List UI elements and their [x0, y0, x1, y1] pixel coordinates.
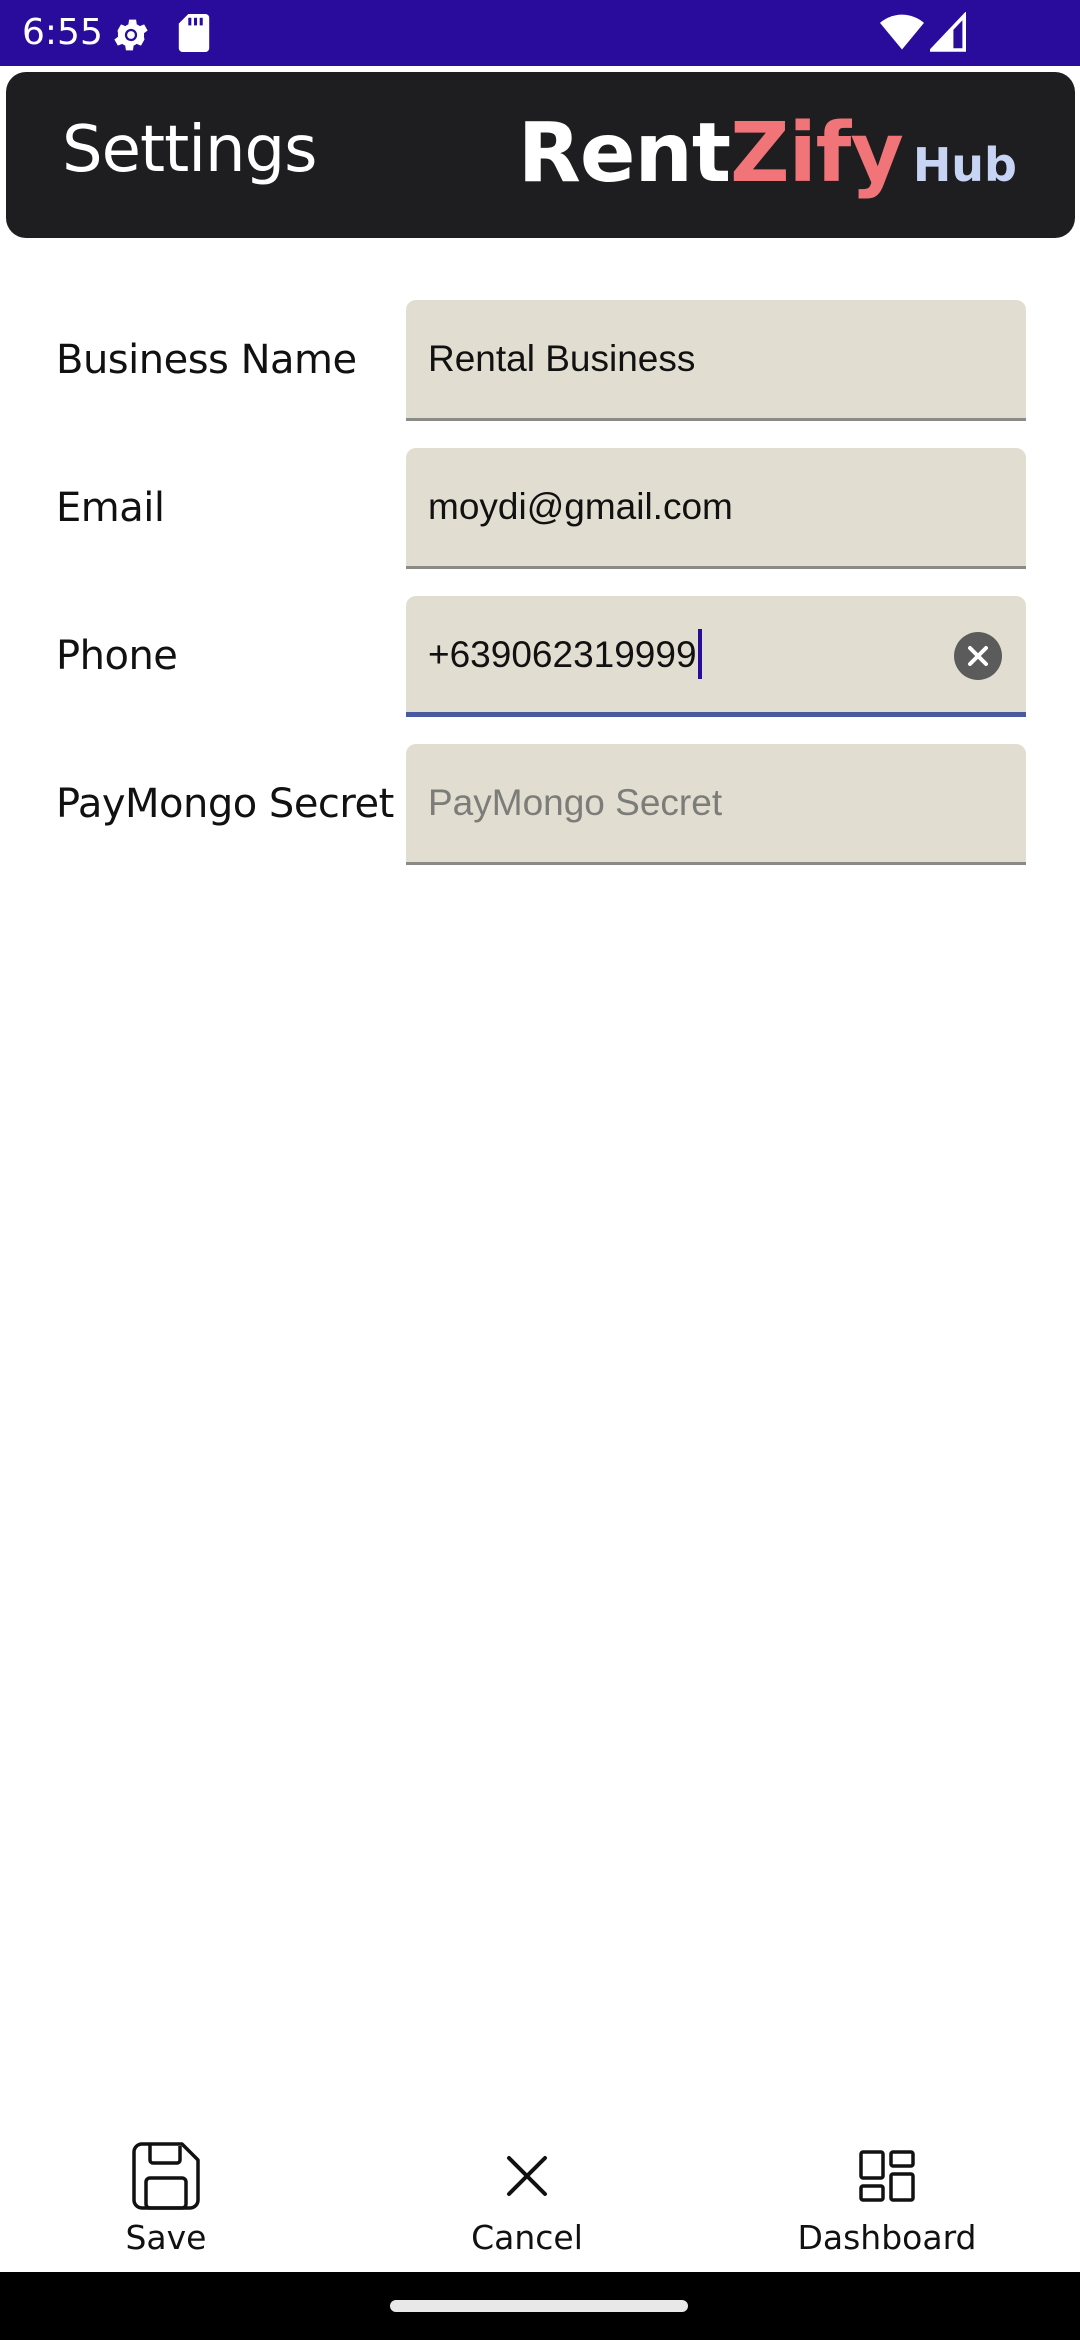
signal-icon	[930, 12, 966, 52]
app-logo: RentZify Hub	[518, 104, 1017, 204]
email-row: Email moydi@gmail.com	[0, 448, 1080, 569]
business-name-input[interactable]: Rental Business	[428, 300, 695, 418]
phone-input-text: +639062319999	[428, 634, 697, 675]
page-title: Settings	[62, 113, 317, 187]
cancel-label: Cancel	[471, 2218, 583, 2257]
dashboard-icon	[859, 2150, 915, 2202]
home-gesture-handle[interactable]	[390, 2300, 688, 2312]
business-name-field-box[interactable]: Rental Business	[406, 300, 1026, 421]
wifi-icon	[880, 14, 924, 50]
app-header: Settings RentZify Hub	[6, 72, 1075, 238]
clear-icon	[968, 646, 988, 666]
logo-part-hub: Hub	[912, 138, 1017, 192]
save-icon	[132, 2142, 200, 2210]
paymongo-secret-input[interactable]	[428, 744, 988, 862]
business-name-label: Business Name	[56, 337, 357, 383]
dashboard-button[interactable]: Dashboard	[757, 2130, 1017, 2270]
save-label: Save	[125, 2218, 207, 2257]
email-field-box[interactable]: moydi@gmail.com	[406, 448, 1026, 569]
paymongo-secret-label: PayMongo Secret	[56, 781, 394, 827]
dashboard-label: Dashboard	[797, 2218, 977, 2257]
bottom-toolbar: Save Cancel Dashboard	[0, 2130, 1080, 2270]
email-input[interactable]: moydi@gmail.com	[428, 448, 733, 566]
system-nav-bar	[0, 2272, 1080, 2340]
save-button[interactable]: Save	[36, 2130, 296, 2270]
close-icon	[507, 2156, 547, 2196]
email-label: Email	[56, 485, 165, 531]
logo-part-rent: Rent	[517, 106, 731, 201]
logo-part-zify: Zify	[730, 106, 904, 201]
clear-phone-button[interactable]	[954, 632, 1002, 680]
gear-icon	[114, 19, 148, 51]
phone-label: Phone	[56, 633, 178, 679]
status-bar: 6:55	[0, 0, 1080, 66]
paymongo-secret-row: PayMongo Secret	[0, 744, 1080, 865]
phone-row: Phone +639062319999	[0, 596, 1080, 717]
business-name-row: Business Name Rental Business	[0, 300, 1080, 421]
sd-card-icon	[178, 14, 210, 52]
phone-input[interactable]: +639062319999	[428, 596, 702, 714]
status-time: 6:55	[22, 12, 103, 53]
phone-field-box[interactable]: +639062319999	[406, 596, 1026, 717]
text-caret	[697, 629, 702, 680]
paymongo-secret-field-box[interactable]	[406, 744, 1026, 865]
cancel-button[interactable]: Cancel	[397, 2130, 657, 2270]
